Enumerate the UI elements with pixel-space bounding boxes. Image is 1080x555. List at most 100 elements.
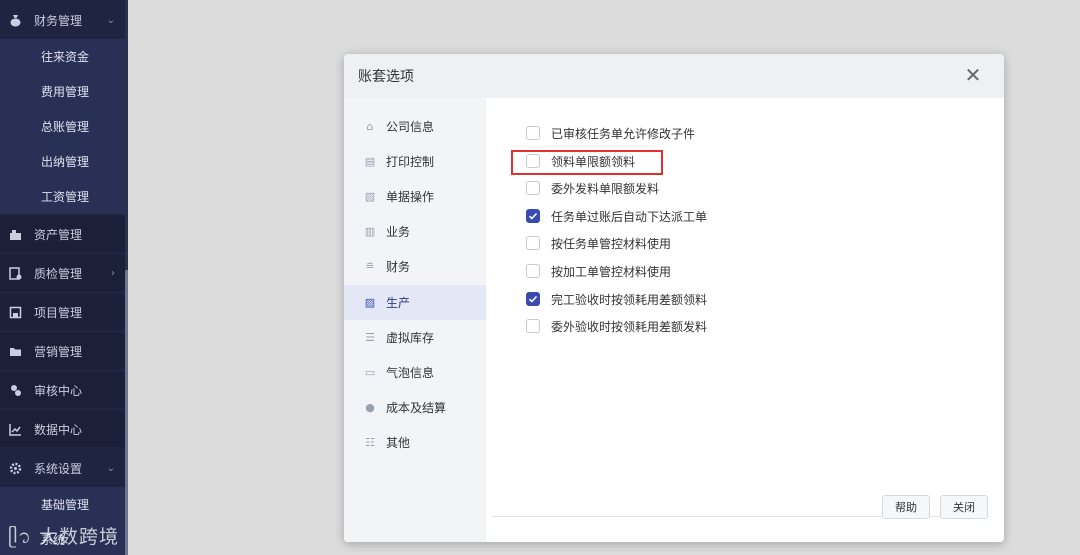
production-icon: ▨ bbox=[364, 296, 376, 309]
menu-item-other[interactable]: ☷ 其他 bbox=[344, 425, 486, 460]
dialog-header: 账套选项 ✕ bbox=[344, 54, 1004, 98]
sub-item-ledger[interactable]: 总账管理 bbox=[0, 109, 125, 144]
chevron-down-icon: ⌄ bbox=[106, 462, 115, 474]
bank-icon: ⌂ bbox=[366, 120, 374, 133]
checkmark-icon bbox=[528, 212, 538, 220]
nav-marketing[interactable]: 营销管理 bbox=[0, 333, 125, 369]
sub-item-basic[interactable]: 基础管理 bbox=[0, 487, 125, 522]
option-process-material-control[interactable]: 按加工单管控材料使用 bbox=[526, 261, 671, 281]
quality-icon bbox=[8, 266, 22, 280]
options-menu: ⌂ 公司信息 ▤ 打印控制 ▧ 单据操作 ▥ 业务 ≘ 财务 ▨ 生产 ☰ 虚拟… bbox=[344, 98, 486, 542]
database-icon: ≘ bbox=[365, 260, 375, 273]
menu-item-production[interactable]: ▨ 生产 bbox=[344, 285, 486, 320]
menu-item-label: 单据操作 bbox=[386, 190, 435, 204]
sub-item-label: 工资管理 bbox=[41, 190, 90, 204]
nav-marketing-label: 营销管理 bbox=[34, 344, 83, 359]
menu-item-label: 生产 bbox=[386, 296, 411, 310]
nav-finance[interactable]: 财务管理 ⌄ bbox=[0, 2, 125, 38]
option-label: 按加工单管控材料使用 bbox=[551, 264, 672, 279]
menu-item-finance[interactable]: ≘ 财务 bbox=[344, 249, 486, 284]
chevron-right-icon: › bbox=[111, 267, 115, 279]
menu-item-label: 其他 bbox=[386, 436, 411, 450]
option-material-limit[interactable]: 领料单限额领料 bbox=[526, 151, 635, 171]
nav-review[interactable]: 审核中心 bbox=[0, 372, 125, 408]
project-icon bbox=[8, 305, 22, 319]
menu-item-print[interactable]: ▤ 打印控制 bbox=[344, 144, 486, 179]
checkbox-checked[interactable] bbox=[526, 209, 540, 223]
briefcase-icon: ▥ bbox=[364, 225, 376, 238]
sub-item-salary[interactable]: 工资管理 bbox=[0, 179, 125, 214]
sidebar-scroll-thumb[interactable] bbox=[125, 270, 128, 555]
sub-item-expense[interactable]: 费用管理 bbox=[0, 74, 125, 109]
menu-item-label: 打印控制 bbox=[386, 155, 435, 169]
nav-project[interactable]: 项目管理 bbox=[0, 294, 125, 330]
sidebar: 财务管理 ⌄ 往来资金 费用管理 总账管理 出纳管理 工资管理 资产管理 质检管… bbox=[0, 0, 128, 555]
settings-icon bbox=[8, 461, 22, 475]
option-completion-diff-pick[interactable]: 完工验收时按领耗用差额领料 bbox=[526, 289, 707, 309]
sub-item-label: 出纳管理 bbox=[41, 155, 90, 169]
menu-item-label: 业务 bbox=[386, 225, 411, 239]
option-outsource-limit[interactable]: 委外发料单限额发料 bbox=[526, 178, 659, 198]
option-label: 领料单限额领料 bbox=[551, 154, 636, 169]
checkbox-checked[interactable] bbox=[526, 292, 540, 306]
dialog-title: 账套选项 bbox=[358, 69, 414, 85]
menu-item-cost[interactable]: ● 成本及结算 bbox=[344, 390, 486, 425]
menu-item-label: 气泡信息 bbox=[386, 366, 435, 380]
watermark-logo-icon: ᥫ᭡ bbox=[8, 526, 32, 548]
nav-assets-label: 资产管理 bbox=[34, 227, 83, 242]
message-bubble-icon: ▭ bbox=[364, 366, 376, 379]
menu-item-label: 公司信息 bbox=[386, 120, 435, 134]
watermark: ᥫ᭡ 大数跨境 bbox=[8, 522, 119, 555]
sub-item-label: 总账管理 bbox=[41, 120, 90, 134]
folder-icon bbox=[8, 344, 22, 358]
option-label: 完工验收时按领耗用差额领料 bbox=[551, 292, 708, 307]
chevron-down-icon: ⌄ bbox=[106, 14, 115, 26]
option-label: 按任务单管控材料使用 bbox=[551, 236, 672, 251]
list-icon: ☷ bbox=[365, 436, 375, 449]
options-panel: 已审核任务单允许修改子件 领料单限额领料 委外发料单限额发料 任务单过账后自动下… bbox=[486, 98, 1004, 542]
nav-finance-label: 财务管理 bbox=[34, 13, 83, 28]
menu-item-label: 成本及结算 bbox=[386, 401, 447, 415]
nav-data-center-label: 数据中心 bbox=[34, 422, 83, 437]
checkbox[interactable] bbox=[526, 181, 540, 195]
account-options-dialog: 账套选项 ✕ ⌂ 公司信息 ▤ 打印控制 ▧ 单据操作 ▥ 业务 ≘ 财务 ▨ … bbox=[344, 54, 1004, 542]
money-bag-icon bbox=[8, 13, 22, 27]
close-icon[interactable]: ✕ bbox=[962, 64, 984, 86]
option-auto-dispatch[interactable]: 任务单过账后自动下达派工单 bbox=[526, 206, 707, 226]
nav-quality[interactable]: 质检管理 › bbox=[0, 255, 125, 291]
nav-settings-label: 系统设置 bbox=[34, 461, 83, 476]
option-outsource-diff-issue[interactable]: 委外验收时按领耗用差额发料 bbox=[526, 316, 707, 336]
nav-review-label: 审核中心 bbox=[34, 383, 83, 398]
asset-icon bbox=[8, 227, 22, 241]
checkbox[interactable] bbox=[526, 236, 540, 250]
menu-item-label: 虚拟库存 bbox=[386, 331, 435, 345]
printer-icon: ▤ bbox=[364, 155, 376, 168]
option-edit-approved-task[interactable]: 已审核任务单允许修改子件 bbox=[526, 123, 695, 143]
data-chart-icon bbox=[8, 422, 22, 436]
checkbox[interactable] bbox=[526, 154, 540, 168]
menu-item-business[interactable]: ▥ 业务 bbox=[344, 214, 486, 249]
close-button[interactable]: 关闭 bbox=[940, 495, 988, 519]
nav-settings[interactable]: 系统设置 ⌄ bbox=[0, 450, 125, 486]
checkmark-icon bbox=[528, 295, 538, 303]
sub-item-receivables[interactable]: 往来资金 bbox=[0, 39, 125, 74]
menu-item-label: 财务 bbox=[386, 260, 411, 274]
checkbox[interactable] bbox=[526, 126, 540, 140]
watermark-text: 大数跨境 bbox=[39, 526, 120, 548]
help-button[interactable]: 帮助 bbox=[882, 495, 930, 519]
menu-item-virtual-stock[interactable]: ☰ 虚拟库存 bbox=[344, 320, 486, 355]
nav-quality-label: 质检管理 bbox=[34, 266, 83, 281]
coin-bag-icon: ● bbox=[365, 401, 375, 414]
nav-data-center[interactable]: 数据中心 bbox=[0, 411, 125, 447]
menu-item-bubble[interactable]: ▭ 气泡信息 bbox=[344, 355, 486, 390]
menu-item-company-info[interactable]: ⌂ 公司信息 bbox=[344, 109, 486, 144]
menu-item-doc-ops[interactable]: ▧ 单据操作 bbox=[344, 179, 486, 214]
review-icon bbox=[8, 383, 22, 397]
checkbox[interactable] bbox=[526, 319, 540, 333]
sub-item-cashier[interactable]: 出纳管理 bbox=[0, 144, 125, 179]
sub-item-label: 往来资金 bbox=[41, 50, 90, 64]
nav-assets[interactable]: 资产管理 bbox=[0, 216, 125, 252]
checkbox[interactable] bbox=[526, 264, 540, 278]
sub-item-label: 基础管理 bbox=[41, 498, 90, 512]
option-task-material-control[interactable]: 按任务单管控材料使用 bbox=[526, 233, 671, 253]
